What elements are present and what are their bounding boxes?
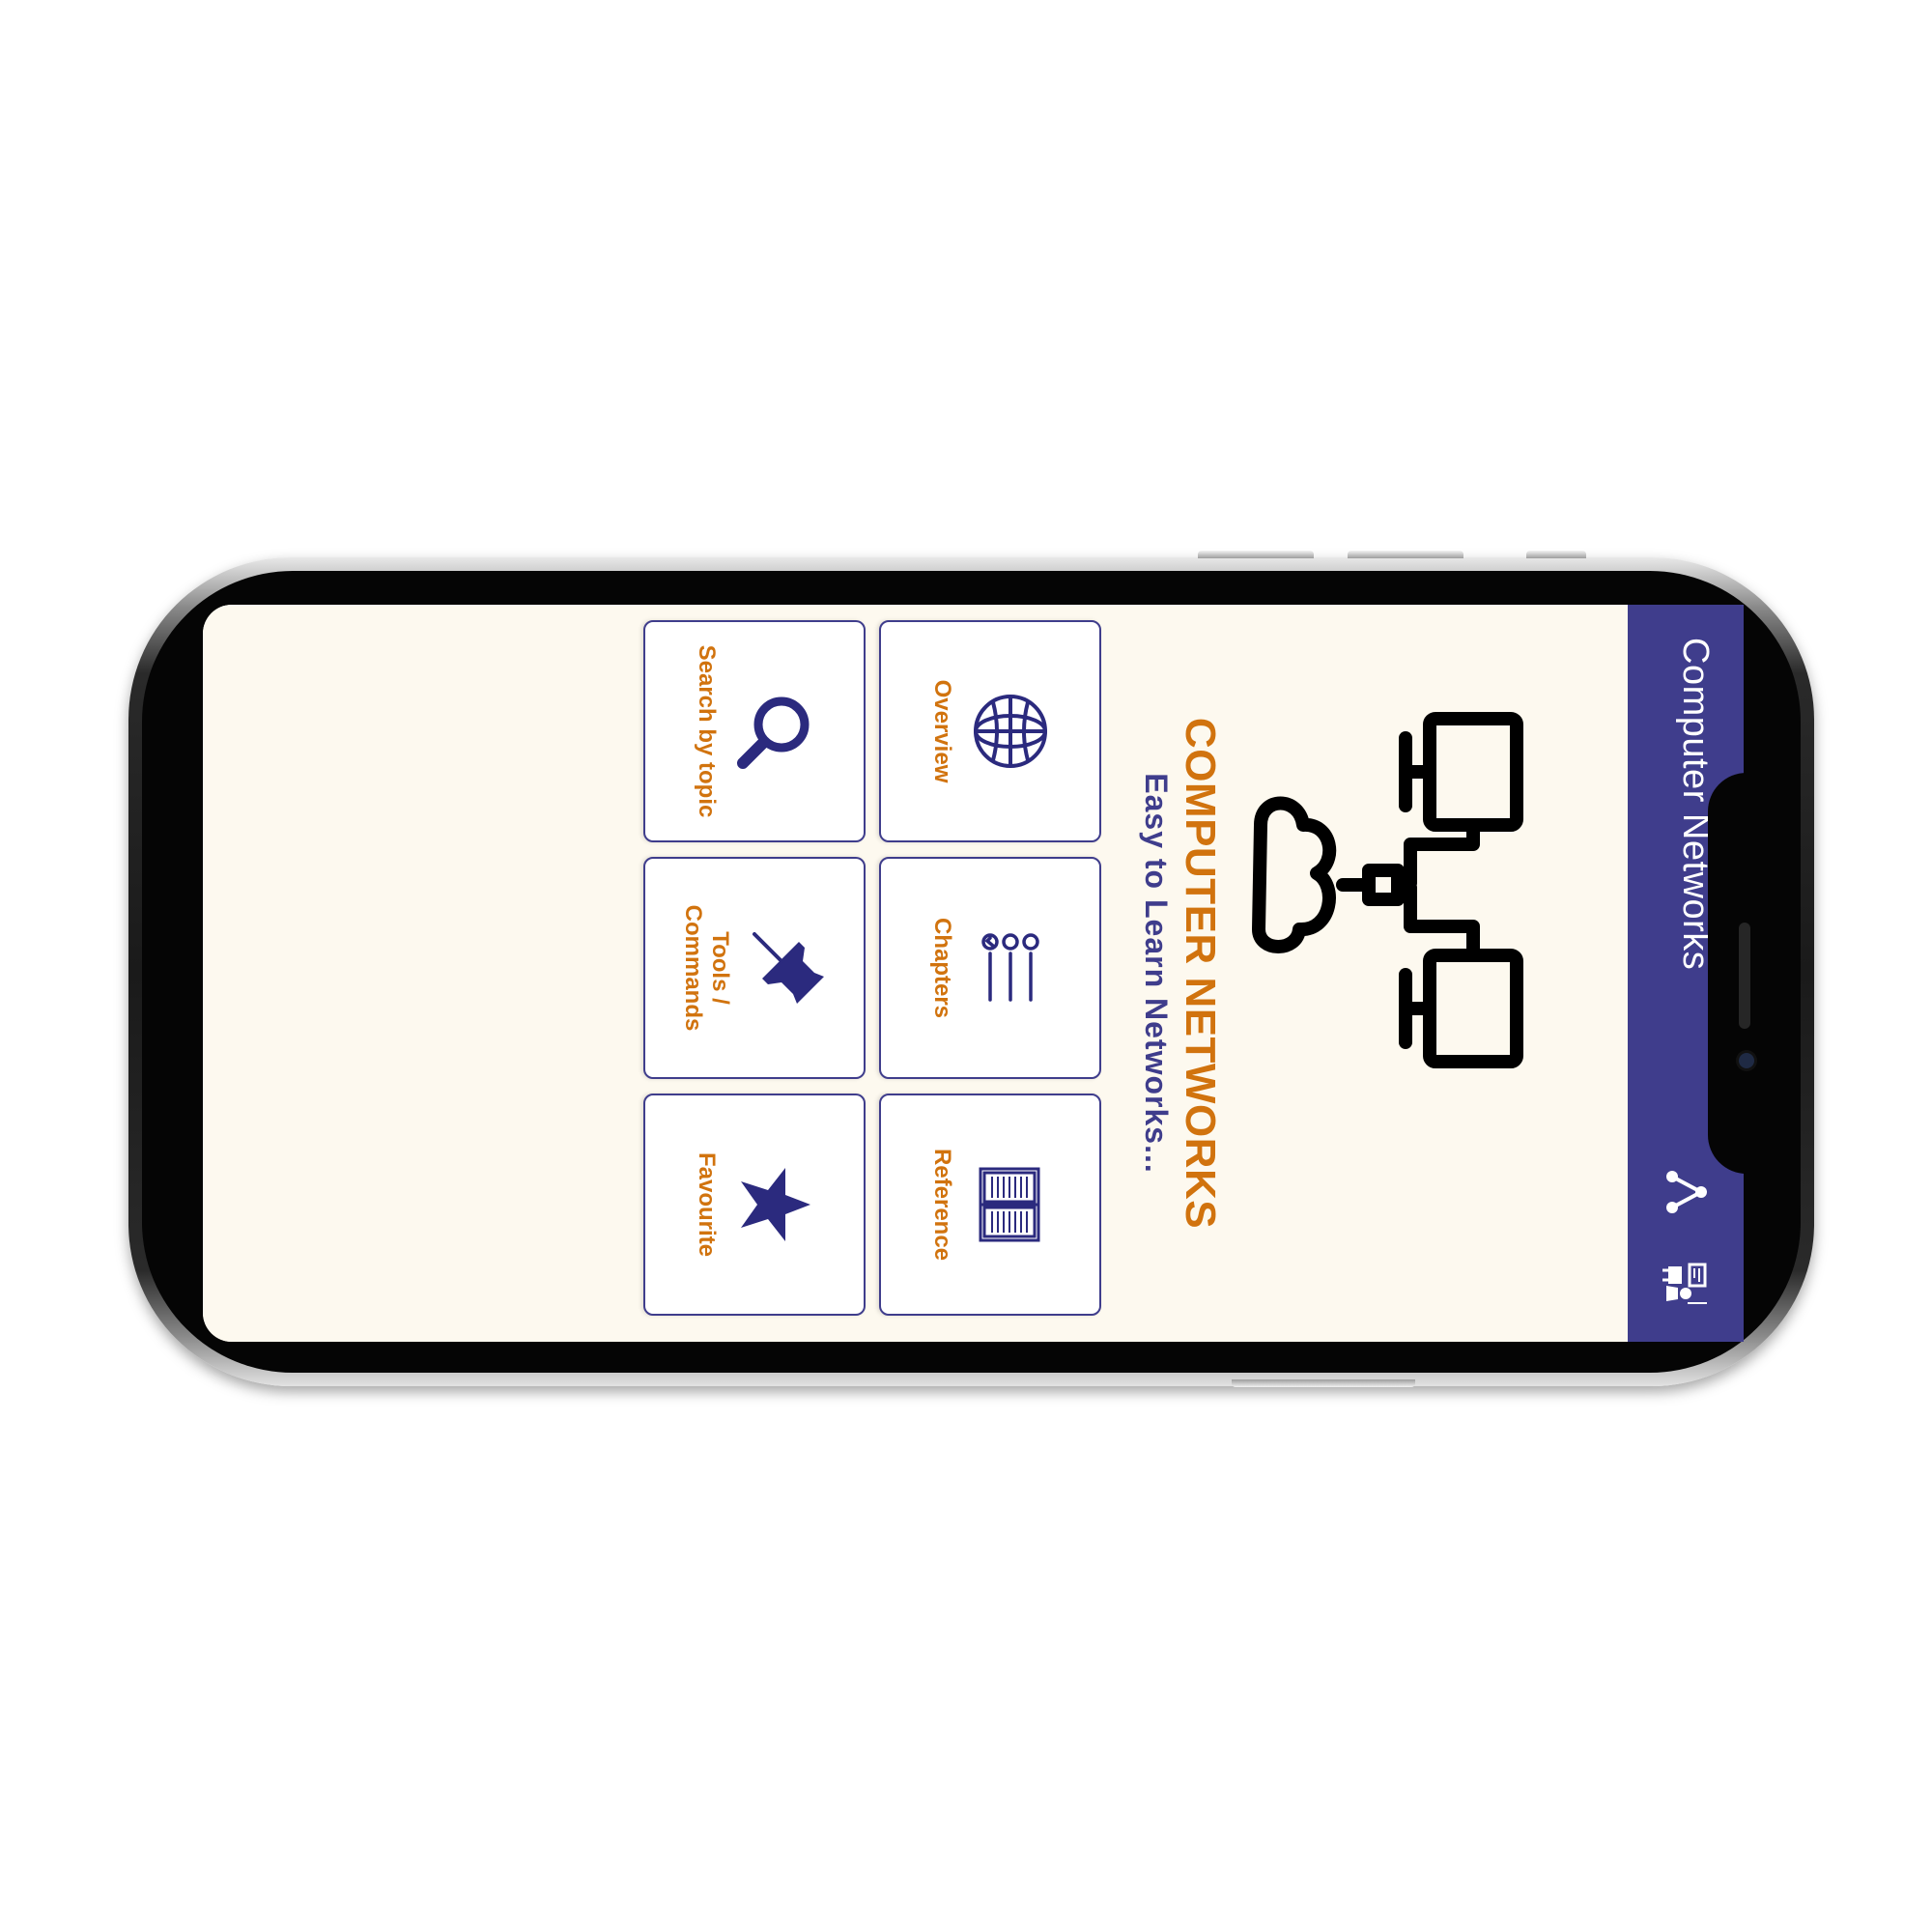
tile-reference[interactable]: Reference: [879, 1094, 1101, 1316]
tile-search-by-topic[interactable]: Search by topic: [643, 620, 866, 842]
app-root: Computer Networks COMPUTER NETWORKS Easy…: [203, 605, 1744, 1342]
phone-screen: Computer Networks COMPUTER NETWORKS Easy…: [203, 605, 1744, 1342]
tile-label: Favourite: [694, 1151, 720, 1258]
tips-icon[interactable]: [1657, 1257, 1715, 1315]
power-button: [1232, 1379, 1415, 1387]
network-diagram-illustration: [1252, 712, 1523, 1068]
chapters-list-icon: [981, 933, 1039, 1002]
star-icon: [741, 1168, 810, 1241]
tile-label: Tools / Commands: [680, 904, 733, 1032]
tile-label: Search by topic: [694, 644, 720, 818]
hero-title: COMPUTER NETWORKS: [1177, 717, 1224, 1230]
mute-switch: [1526, 551, 1586, 558]
tile-label: Overview: [929, 679, 955, 783]
tile-chapters[interactable]: Chapters: [879, 857, 1101, 1079]
open-book-icon: [979, 1167, 1040, 1242]
tile-label: Chapters: [929, 917, 955, 1019]
magnifier-icon: [737, 696, 810, 769]
front-camera: [1739, 1053, 1754, 1068]
volume-up-button: [1198, 551, 1314, 558]
menu-grid: Overview Chapters Reference Search by to…: [643, 620, 1101, 1326]
tile-label: Reference: [929, 1148, 955, 1262]
volume-down-button: [1348, 551, 1463, 558]
share-icon[interactable]: [1657, 1163, 1715, 1221]
phone-notch: [1708, 773, 1766, 1174]
earpiece-speaker: [1739, 923, 1750, 1029]
pushpin-icon: [753, 932, 824, 1004]
globe-icon: [974, 695, 1047, 768]
tile-favourite[interactable]: Favourite: [643, 1094, 866, 1316]
tile-overview[interactable]: Overview: [879, 620, 1101, 842]
hero-subtitle: Easy to Learn Networks...: [1139, 773, 1174, 1174]
tile-tools-commands[interactable]: Tools / Commands: [643, 857, 866, 1079]
